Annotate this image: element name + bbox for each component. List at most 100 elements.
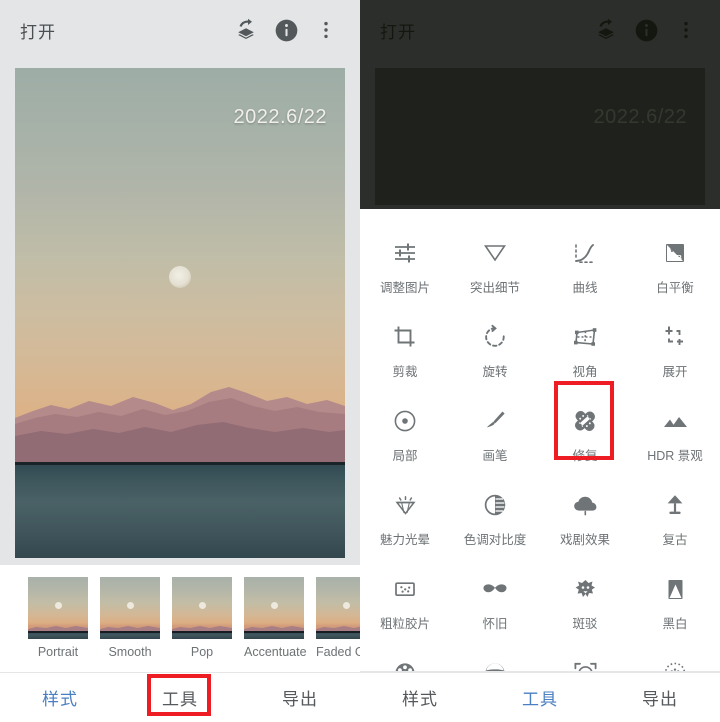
thumbnail-water: [172, 630, 232, 639]
tool-grunge[interactable]: 斑驳: [540, 563, 630, 641]
tool-rotate[interactable]: 旋转: [450, 311, 540, 389]
tool-healing[interactable]: 修复: [540, 395, 630, 473]
style-thumbnail-image: [316, 577, 360, 639]
tab-tools[interactable]: 工具: [120, 685, 240, 710]
black-white-icon: [663, 572, 688, 606]
tool-lens-blur[interactable]: 镜头模糊: [630, 647, 720, 672]
stack-layers-undo-icon[interactable]: [226, 10, 266, 50]
stack-layers-undo-icon[interactable]: [586, 10, 626, 50]
moon-in-thumbnail: [342, 601, 350, 609]
tool-brush[interactable]: 画笔: [450, 395, 540, 473]
right-photo-stage: 2022.6/22: [360, 60, 720, 209]
photo-preview[interactable]: 2022.6/22: [15, 68, 345, 558]
tool-drama[interactable]: 戏剧效果: [540, 479, 630, 557]
moon-in-thumbnail: [270, 601, 278, 609]
style-thumbnail[interactable]: Smooth: [100, 577, 160, 659]
thumbnail-water: [28, 630, 88, 639]
tool-tune-image[interactable]: 调整图片: [360, 227, 450, 305]
vintage-lamp-icon: [662, 488, 688, 522]
rotate-icon: [482, 320, 508, 354]
tool-tonal-contrast[interactable]: 色调对比度: [450, 479, 540, 557]
tool-hdr-scape[interactable]: HDR 景观: [630, 395, 720, 473]
moon-in-thumbnail: [198, 601, 206, 609]
thumbnail-water: [316, 630, 360, 639]
tools-grid: 调整图片 突出细节 曲线 W B 白平衡 剪裁 旋转 视角 展开 局部 画笔 修…: [360, 227, 720, 672]
right-panel-tools-view: 打开 2022.6/22 调整图片 突出细节 曲线 W B 白平衡 剪裁 旋转 …: [360, 0, 720, 722]
film-reel-icon: [392, 656, 418, 672]
hdr-mountains-icon: [662, 404, 689, 438]
tool-label: 曲线: [572, 281, 598, 295]
tool-label: 突出细节: [469, 281, 520, 295]
tool-grainy-film[interactable]: 粗粒胶片: [360, 563, 450, 641]
dimmed-photo-preview[interactable]: 2022.6/22: [375, 68, 705, 205]
tool-glamour-glow[interactable]: 魅力光晕: [360, 479, 450, 557]
expand-icon: [662, 320, 688, 354]
thumbnail-mountains: [28, 624, 88, 632]
moon-in-photo: [169, 266, 191, 289]
dual-screenshot-comparison: 打开 2022.6/22 Portrait Smooth Pop Accentu…: [0, 0, 720, 722]
tool-face-beauty[interactable]: 美颜: [450, 647, 540, 672]
crop-icon: [392, 320, 418, 354]
tool-label: 展开: [662, 365, 688, 379]
tool-expand[interactable]: 展开: [630, 311, 720, 389]
tool-label: 黑白: [662, 617, 688, 631]
tool-details[interactable]: 突出细节: [450, 227, 540, 305]
tool-label: 画笔: [482, 449, 508, 463]
tonal-contrast-icon: [482, 488, 508, 522]
tab-tools[interactable]: 工具: [480, 685, 600, 710]
water-and-fog: [15, 462, 345, 558]
face-beauty-icon: [482, 656, 508, 672]
overflow-menu-icon[interactable]: [666, 10, 706, 50]
tab-export[interactable]: 导出: [240, 685, 360, 710]
triangle-down-icon: [482, 236, 508, 270]
tab-styles[interactable]: 样式: [360, 685, 480, 710]
style-thumbnail-label: Accentuate: [244, 645, 307, 659]
info-icon[interactable]: [626, 10, 666, 50]
right-appbar: 打开: [360, 0, 720, 60]
styles-filmstrip[interactable]: Portrait Smooth Pop Accentuate Faded G: [0, 565, 360, 672]
tool-crop[interactable]: 剪裁: [360, 311, 450, 389]
thumbnail-mountains: [244, 624, 304, 632]
style-thumbnail[interactable]: Portrait: [28, 577, 88, 659]
grunge-icon: [572, 572, 599, 606]
moon-in-thumbnail: [126, 601, 134, 609]
style-thumbnail[interactable]: Pop: [172, 577, 232, 659]
tool-retrolux[interactable]: 怀旧: [450, 563, 540, 641]
style-thumbnail-image: [28, 577, 88, 639]
style-thumbnail[interactable]: Faded Gl: [316, 577, 360, 659]
thumbnail-mountains: [100, 624, 160, 632]
tool-label: 粗粒胶片: [379, 617, 430, 631]
moon-in-thumbnail: [54, 601, 62, 609]
head-pose-icon: [572, 656, 599, 672]
tool-white-balance[interactable]: W B 白平衡: [630, 227, 720, 305]
svg-text:B: B: [677, 253, 683, 262]
tool-label: 斑驳: [572, 617, 598, 631]
tool-black-white[interactable]: 黑白: [630, 563, 720, 641]
mountain-range: [15, 384, 345, 464]
tool-head-pose[interactable]: 头部姿势: [540, 647, 630, 672]
tool-selective[interactable]: 局部: [360, 395, 450, 473]
tool-curves[interactable]: 曲线: [540, 227, 630, 305]
tool-noir-film[interactable]: 黑白电影: [360, 647, 450, 672]
thumbnail-water: [100, 630, 160, 639]
tool-label: 戏剧效果: [559, 533, 610, 547]
tool-label: HDR 景观: [647, 449, 703, 463]
tab-export[interactable]: 导出: [600, 685, 720, 710]
info-icon[interactable]: [266, 10, 306, 50]
left-photo-stage: 2022.6/22: [0, 60, 360, 565]
tool-perspective[interactable]: 视角: [540, 311, 630, 389]
tool-label: 调整图片: [379, 281, 430, 295]
left-appbar-title: 打开: [20, 22, 56, 42]
tool-vintage[interactable]: 复古: [630, 479, 720, 557]
tool-label: 局部: [392, 449, 418, 463]
thumbnail-water: [244, 630, 304, 639]
photo-date-overlay: 2022.6/22: [233, 106, 327, 128]
style-thumbnail[interactable]: Accentuate: [244, 577, 307, 659]
tab-styles[interactable]: 样式: [0, 685, 120, 710]
overflow-menu-icon[interactable]: [306, 10, 346, 50]
tool-label: 白平衡: [656, 281, 694, 295]
drama-cloud-icon: [572, 488, 599, 522]
tool-label: 复古: [662, 533, 688, 547]
right-appbar-title: 打开: [380, 22, 416, 42]
left-panel-styles-view: 打开 2022.6/22 Portrait Smooth Pop Accentu…: [0, 0, 360, 722]
